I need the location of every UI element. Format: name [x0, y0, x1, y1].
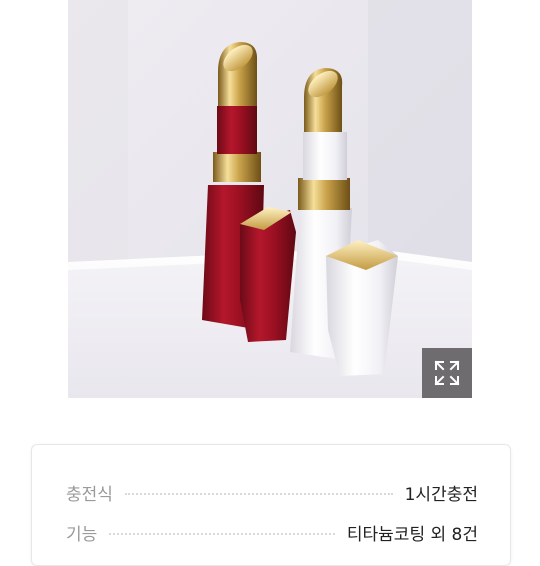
- spec-row-function: 기능 티타늄코팅 외 8건: [66, 517, 478, 547]
- spec-label: 기능: [66, 524, 98, 545]
- spec-card: 충전식 1시간충전 기능 티타늄코팅 외 8건: [31, 444, 511, 566]
- spec-value: 티타늄코팅 외 8건: [346, 524, 478, 545]
- expand-icon: [434, 360, 460, 386]
- spec-value: 1시간충전: [404, 484, 478, 505]
- dotted-leader: [124, 493, 393, 495]
- expand-image-button[interactable]: [422, 348, 472, 398]
- dotted-leader: [109, 533, 335, 535]
- spec-row-charging: 충전식 1시간충전: [66, 477, 478, 507]
- product-photo: [68, 0, 472, 398]
- spec-label: 충전식: [66, 484, 113, 505]
